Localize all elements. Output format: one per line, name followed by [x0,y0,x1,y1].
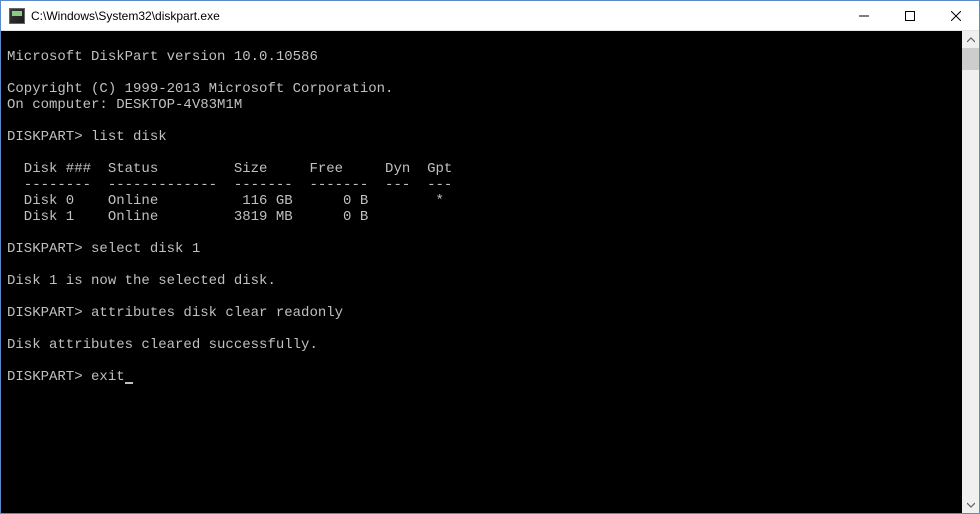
vertical-scrollbar[interactable] [962,31,979,513]
minimize-icon [859,11,869,21]
app-icon [9,8,25,24]
console-line: -------- ------------- ------- ------- -… [7,177,452,193]
console-line: Disk 1 Online 3819 MB 0 B [7,209,368,225]
console-line: DISKPART> attributes disk clear readonly [7,305,343,321]
console-line: DISKPART> list disk [7,129,167,145]
scrollbar-thumb[interactable] [962,48,979,70]
minimize-button[interactable] [841,1,887,31]
console-line: DISKPART> exit [7,369,125,385]
console-line: Disk 0 Online 116 GB 0 B * [7,193,444,209]
titlebar[interactable]: C:\Windows\System32\diskpart.exe [1,1,979,31]
maximize-icon [905,11,915,21]
chevron-up-icon [967,36,975,44]
scroll-down-button[interactable] [962,496,979,513]
console-area: Microsoft DiskPart version 10.0.10586 Co… [1,31,979,513]
scrollbar-track[interactable] [962,48,979,496]
console-line: On computer: DESKTOP-4V83M1M [7,97,242,113]
window-controls [841,1,979,30]
console-line: Disk ### Status Size Free Dyn Gpt [7,161,452,177]
text-cursor [125,382,133,384]
scroll-up-button[interactable] [962,31,979,48]
close-button[interactable] [933,1,979,31]
console-line: Microsoft DiskPart version 10.0.10586 [7,49,318,65]
window-title: C:\Windows\System32\diskpart.exe [31,1,841,31]
chevron-down-icon [967,501,975,509]
close-icon [951,11,961,21]
console-line: Copyright (C) 1999-2013 Microsoft Corpor… [7,81,393,97]
console-line: Disk attributes cleared successfully. [7,337,318,353]
maximize-button[interactable] [887,1,933,31]
console-line: Disk 1 is now the selected disk. [7,273,276,289]
console-output[interactable]: Microsoft DiskPart version 10.0.10586 Co… [1,31,962,513]
console-line: DISKPART> select disk 1 [7,241,200,257]
